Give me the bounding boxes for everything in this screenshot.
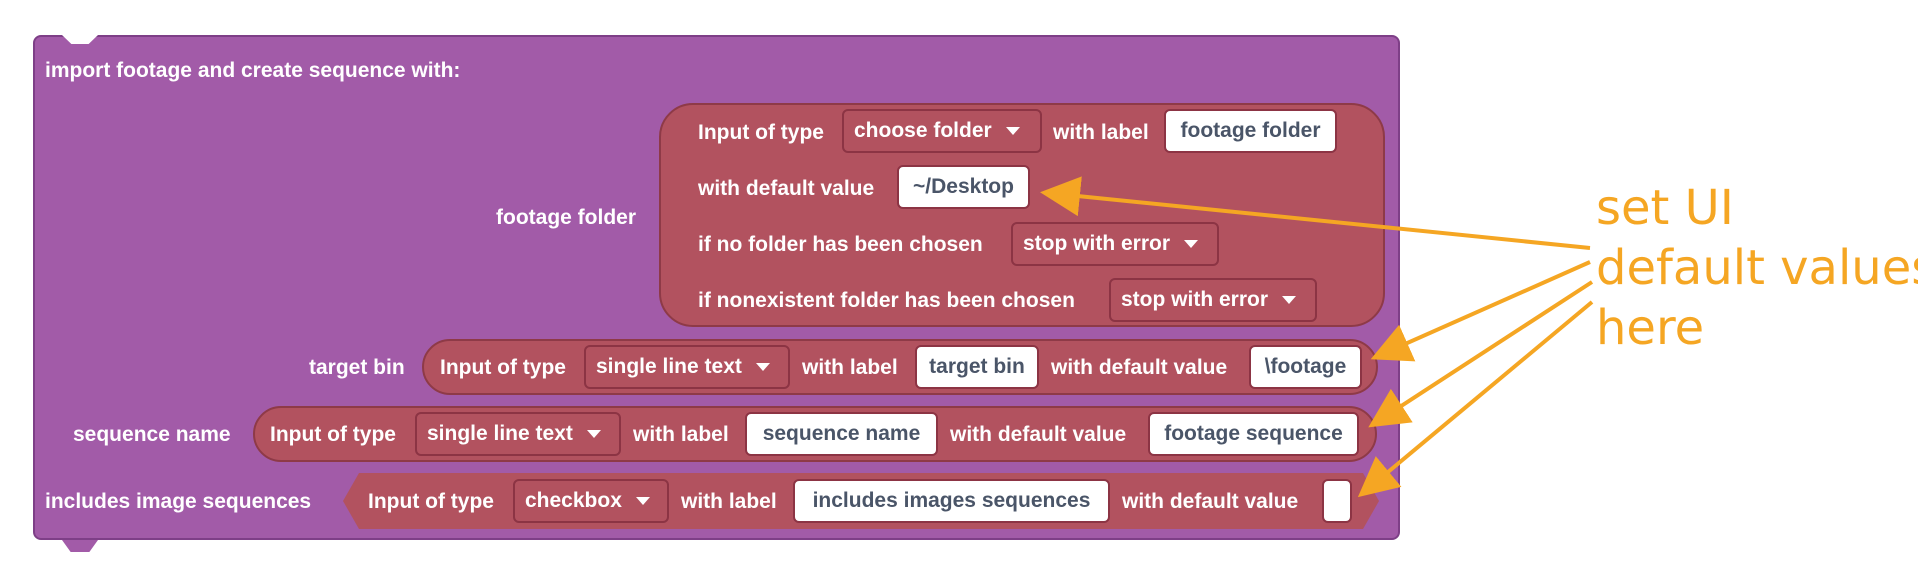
arrow-to-target-bin-default <box>1370 260 1591 362</box>
arrow-to-sequence-name-default <box>1368 280 1594 428</box>
arrow-to-footage-default <box>1040 176 1591 250</box>
arrow-to-checkbox-default <box>1357 300 1594 498</box>
annotation-arrows <box>1040 176 1594 498</box>
